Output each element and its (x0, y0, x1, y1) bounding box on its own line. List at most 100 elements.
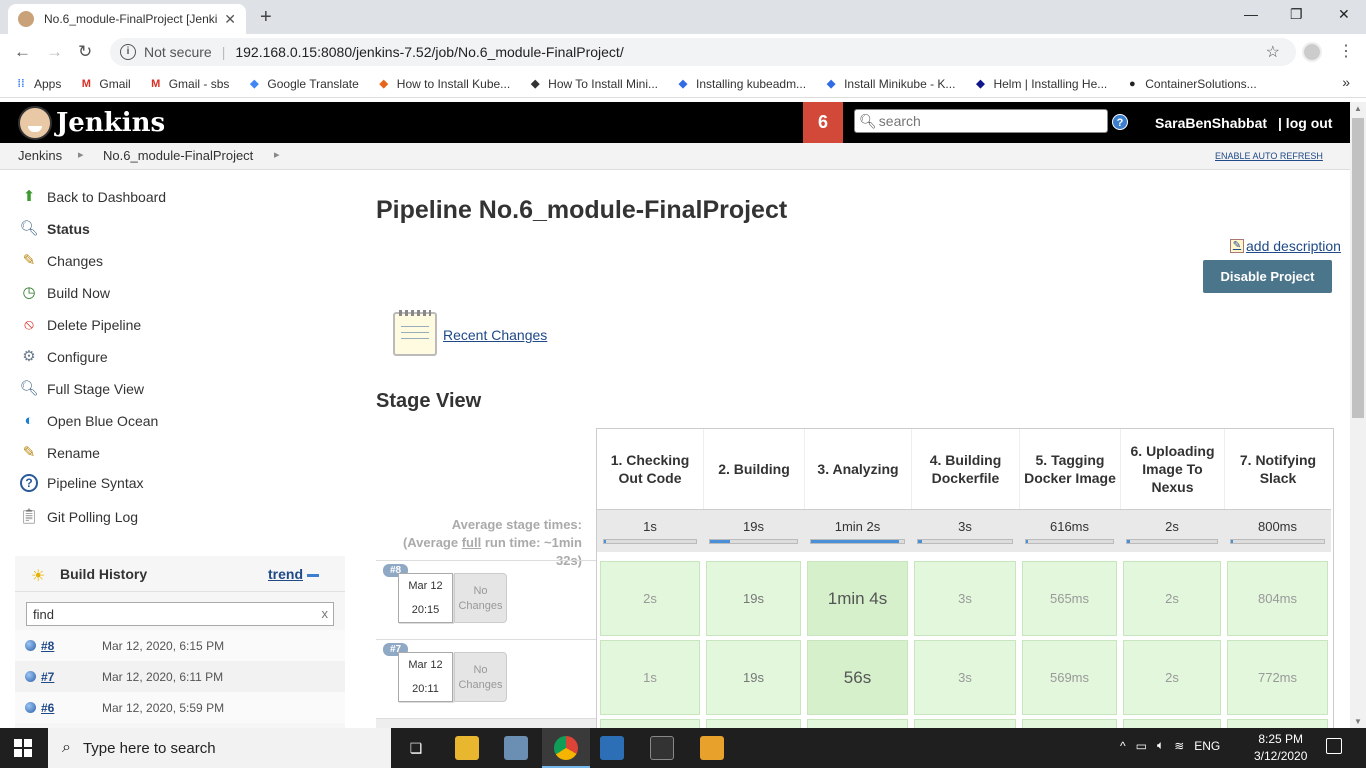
build-number-link[interactable]: #7 (41, 670, 54, 684)
sidebar-item-pipeline-syntax[interactable]: ? Pipeline Syntax (18, 474, 144, 492)
breadcrumb-chevron-icon[interactable]: ▸ (274, 148, 280, 161)
build-filter-input[interactable]: find x (26, 602, 334, 626)
maximize-icon[interactable]: ❐ (1290, 6, 1303, 23)
stage-run-cell[interactable] (1227, 719, 1328, 728)
recent-changes-link[interactable]: Recent Changes (443, 327, 547, 343)
windows-start-icon[interactable] (14, 739, 32, 757)
file-explorer-icon[interactable] (455, 736, 479, 760)
virtualbox-icon[interactable] (600, 736, 624, 760)
collapse-icon[interactable] (307, 574, 319, 577)
page-scrollbar[interactable]: ▲ ▼ (1350, 102, 1366, 728)
jenkins-logo[interactable]: Jenkins (18, 106, 165, 140)
sidebar-item-delete-pipeline[interactable]: ⦸ Delete Pipeline (18, 314, 141, 336)
volume-icon[interactable]: 🔈︎ (1157, 738, 1164, 753)
bookmark-item[interactable]: ◆ Install Minikube - K... (824, 77, 956, 91)
breadcrumb-chevron-icon[interactable]: ▸ (78, 148, 84, 161)
bookmark-item[interactable]: ◆ Helm | Installing He... (973, 77, 1107, 91)
stage-run-cell[interactable]: 1s (600, 640, 700, 715)
forward-icon[interactable]: → (46, 42, 63, 62)
stage-run-cell[interactable] (807, 719, 908, 728)
tab-close-icon[interactable]: ✕ (224, 11, 236, 28)
bookmark-item[interactable]: ◆ Installing kubeadm... (676, 77, 806, 91)
clear-filter-icon[interactable]: x (322, 606, 329, 621)
network-app-icon[interactable] (504, 736, 528, 760)
stage-run-cell[interactable]: 569ms (1022, 640, 1117, 715)
wifi-icon[interactable]: ≋ (1174, 739, 1184, 753)
logout-link[interactable]: | log out (1278, 115, 1332, 131)
sidebar-item-rename[interactable]: ✎ Rename (18, 442, 100, 464)
sidebar-item-build-now[interactable]: ◷ Build Now (18, 282, 110, 304)
search-box[interactable]: 🔍︎ (854, 109, 1108, 133)
sidebar-item-open-blue-ocean[interactable]: ◐ Open Blue Ocean (18, 410, 158, 432)
build-number-link[interactable]: #6 (41, 701, 54, 715)
add-description-link[interactable]: ✎ add description (1230, 238, 1341, 254)
language-indicator[interactable]: ENG (1194, 739, 1220, 753)
reload-icon[interactable]: ↻ (78, 42, 92, 62)
breadcrumb-project[interactable]: No.6_module-FinalProject (103, 148, 253, 163)
full-run-link[interactable]: full (462, 535, 482, 550)
minimize-icon[interactable]: — (1244, 6, 1258, 22)
bookmark-item[interactable]: M Gmail - sbs (149, 77, 229, 91)
battery-icon[interactable]: ▭ (1136, 739, 1147, 753)
terminal-app-icon[interactable] (650, 736, 674, 760)
enable-auto-refresh-link[interactable]: ENABLE AUTO REFRESH (1215, 151, 1323, 161)
stage-run-cell[interactable]: 2s (1123, 561, 1221, 636)
bookmark-item[interactable]: ◆ How To Install Mini... (528, 77, 658, 91)
bookmark-item[interactable]: ◆ How to Install Kube... (377, 77, 511, 91)
scroll-down-icon[interactable]: ▼ (1354, 717, 1362, 726)
new-tab-button[interactable]: + (260, 6, 272, 29)
browser-tab[interactable]: No.6_module-FinalProject [Jenkins] ✕ (8, 4, 246, 34)
sidebar-item-status[interactable]: 🔍︎ Status (18, 218, 89, 240)
bookmark-item[interactable]: ⁞⁞ Apps (14, 77, 61, 91)
stage-run-cell[interactable] (706, 719, 801, 728)
help-icon[interactable]: ? (1112, 114, 1128, 130)
action-center-icon[interactable] (1326, 738, 1342, 754)
stage-run-cell[interactable]: 19s (706, 640, 801, 715)
info-icon[interactable]: i (120, 44, 136, 60)
stage-run-cell[interactable]: 56s (807, 640, 908, 715)
back-icon[interactable]: ← (14, 42, 31, 62)
breadcrumb-jenkins[interactable]: Jenkins (18, 148, 62, 163)
disable-project-button[interactable]: Disable Project (1203, 260, 1332, 293)
stage-run-cell[interactable]: 3s (914, 561, 1016, 636)
taskbar-search[interactable]: ⌕ Type here to search (48, 728, 391, 768)
bookmarks-overflow-icon[interactable]: » (1342, 74, 1350, 90)
address-bar[interactable]: i Not secure | 192.168.0.15:8080/jenkins… (110, 38, 1296, 66)
stage-run-cell[interactable]: 3s (914, 640, 1016, 715)
sidebar-item-changes[interactable]: ✎ Changes (18, 250, 103, 272)
sidebar-item-git-polling-log[interactable]: 📋︎ Git Polling Log (18, 506, 138, 528)
stage-run-cell[interactable] (600, 719, 700, 728)
user-link[interactable]: SaraBenShabbat (1155, 115, 1267, 131)
stage-run-cell[interactable]: 772ms (1227, 640, 1328, 715)
scrollbar-thumb[interactable] (1352, 118, 1364, 418)
tray-chevron-icon[interactable]: ^ (1120, 739, 1126, 753)
notification-badge[interactable]: 6 (803, 102, 843, 143)
scroll-up-icon[interactable]: ▲ (1354, 104, 1362, 113)
kebab-menu-icon[interactable]: ⋮ (1338, 41, 1354, 61)
sidebar-item-full-stage-view[interactable]: 🔍︎ Full Stage View (18, 378, 144, 400)
app-icon[interactable] (700, 736, 724, 760)
stage-run-cell[interactable] (914, 719, 1016, 728)
stage-run-cell[interactable]: 2s (600, 561, 700, 636)
stage-run-cell[interactable]: 804ms (1227, 561, 1328, 636)
trend-link[interactable]: trend (268, 566, 303, 582)
sidebar-item-back-to-dashboard[interactable]: ⬆ Back to Dashboard (18, 186, 166, 208)
build-number-link[interactable]: #8 (41, 639, 54, 653)
stage-run-cell[interactable]: 19s (706, 561, 801, 636)
bookmark-item[interactable]: ● ContainerSolutions... (1125, 77, 1257, 91)
search-input[interactable] (878, 113, 1099, 129)
bookmark-star-icon[interactable]: ☆ (1266, 42, 1280, 62)
profile-avatar[interactable] (1302, 42, 1322, 62)
bookmark-item[interactable]: ◆ Google Translate (247, 77, 359, 91)
close-window-icon[interactable]: ✕ (1338, 6, 1350, 23)
sidebar-item-configure[interactable]: ⚙ Configure (18, 346, 107, 368)
stage-run-cell[interactable] (1123, 719, 1221, 728)
stage-run-cell[interactable]: 565ms (1022, 561, 1117, 636)
taskbar-clock[interactable]: 8:25 PM 3/12/2020 (1254, 731, 1307, 765)
bookmark-item[interactable]: M Gmail (79, 77, 131, 91)
stage-run-cell[interactable]: 1min 4s (807, 561, 908, 636)
stage-run-cell[interactable]: 2s (1123, 640, 1221, 715)
task-view-icon[interactable]: ❏ (404, 736, 428, 760)
stage-run-cell[interactable] (1022, 719, 1117, 728)
chrome-taskbar-item[interactable] (542, 728, 590, 768)
